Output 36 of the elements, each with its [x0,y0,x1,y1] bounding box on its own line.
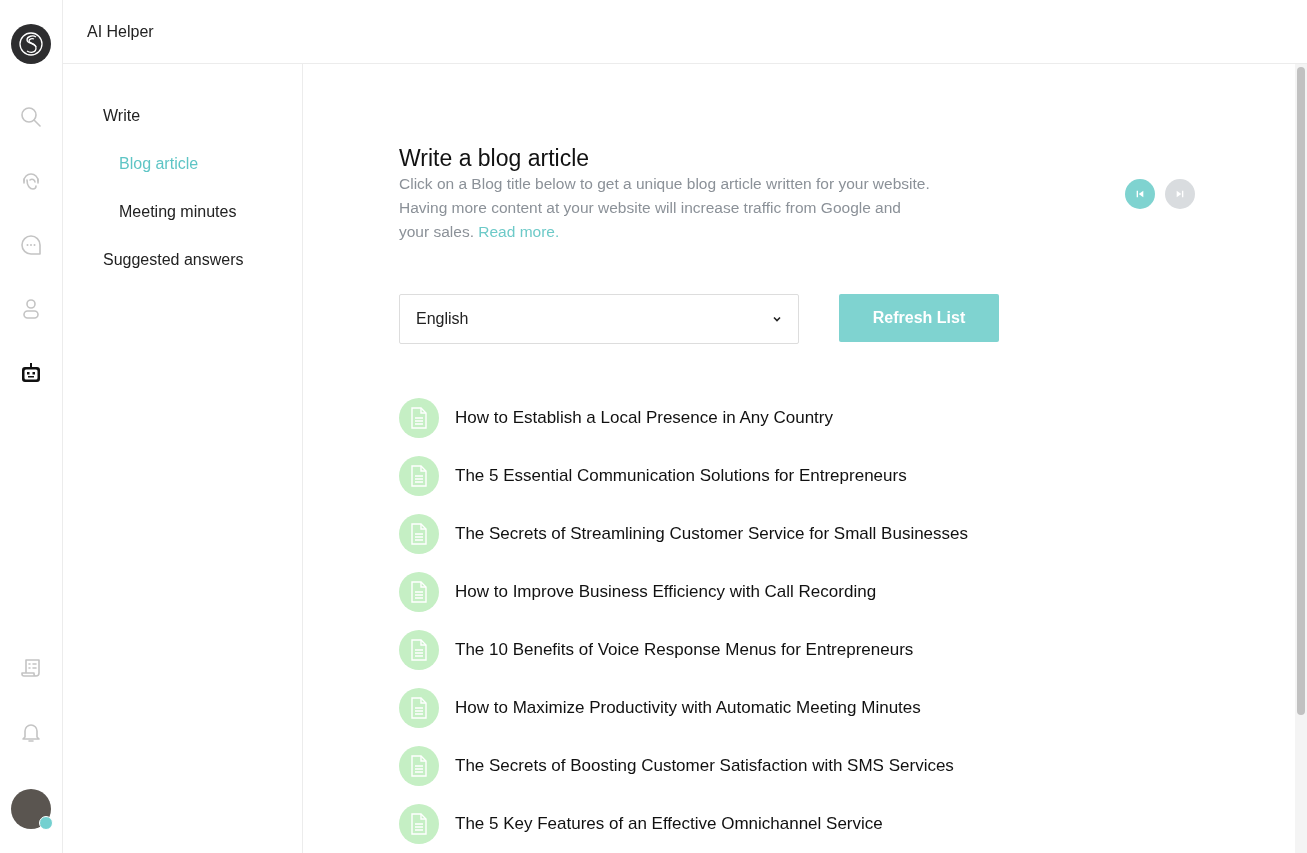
robot-icon[interactable] [20,362,42,384]
headset-icon[interactable] [20,170,42,192]
document-icon [399,746,439,786]
chevron-down-icon [772,314,782,324]
previous-button[interactable] [1125,179,1155,209]
blog-title-link[interactable]: The Secrets of Streamlining Customer Service for Small Businesses [455,524,969,544]
blog-title-link[interactable]: The Secrets of Boosting Customer Satisfaction with SMS Services [455,756,954,776]
nav-subitem[interactable]: Meeting minutes [119,200,237,224]
document-icon [399,572,439,612]
bell-icon[interactable] [20,721,42,743]
blog-title-link[interactable]: The 5 Key Features of an Effective Omnichannel Service [455,814,883,834]
nav-item[interactable]: Write [103,104,141,128]
chat-bubble-icon[interactable] [20,234,42,256]
avatar[interactable] [11,789,51,829]
document-icon [399,514,439,554]
scrollbar-thumb[interactable] [1297,67,1305,715]
person-icon[interactable] [20,298,42,320]
document-list-icon[interactable] [20,657,42,679]
logo-icon [11,24,51,64]
blog-title-link[interactable]: How to Improve Business Efficiency with Call Recording [455,582,877,602]
document-icon [399,630,439,670]
document-icon [399,398,439,438]
document-icon [399,456,439,496]
nav-item[interactable]: Suggested answers [103,248,244,272]
page-title: AI Helper [87,22,154,41]
article-heading: Write a blog article [399,144,591,172]
description-text: Click on a Blog title below to get a unique blog article written for your website. Having more content at your website will increase traffic from Google and your sales. Read more. [399,174,931,242]
blog-title-link[interactable]: How to Establish a Local Presence in Any Country [455,408,833,428]
scrollbar[interactable] [1295,64,1307,853]
blog-title-link[interactable]: How to Maximize Productivity with Automatic Meeting Minutes [455,698,921,718]
blog-title-link[interactable]: The 10 Benefits of Voice Response Menus for Entrepreneurs [455,640,914,660]
blog-title-link[interactable]: The 5 Essential Communication Solutions for Entrepreneurs [455,466,907,486]
document-icon [399,688,439,728]
document-icon [399,804,439,844]
language-dropdown[interactable]: English [399,294,799,344]
search-icon[interactable] [20,106,42,128]
